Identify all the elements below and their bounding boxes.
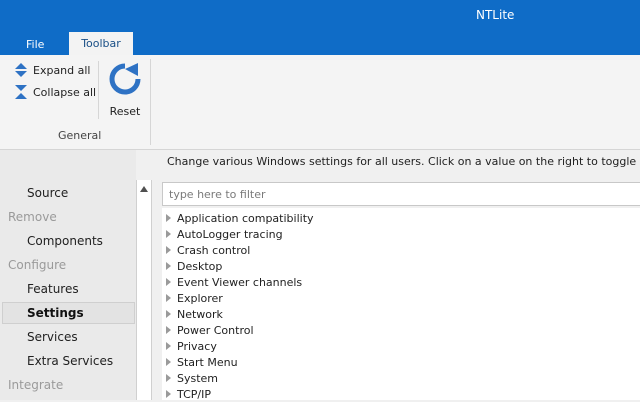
tree-item[interactable]: Network — [162, 306, 223, 322]
nav-settings[interactable]: Settings — [27, 306, 84, 320]
title-bar: NTLite File Toolbar — [0, 0, 640, 55]
menu-toolbar-tab[interactable]: Toolbar — [69, 32, 133, 55]
ribbon-group-label: General — [58, 129, 102, 142]
nav-heading-remove: Remove — [8, 210, 57, 224]
expand-all-icon — [14, 63, 28, 77]
tree-item[interactable]: Application compatibility — [162, 210, 314, 226]
collapse-all-icon — [14, 85, 28, 99]
ribbon-group-separator — [150, 59, 151, 145]
tree-item[interactable]: Privacy — [162, 338, 217, 354]
expander-icon[interactable] — [166, 246, 171, 254]
left-scrollbar[interactable] — [136, 180, 152, 400]
nav-components[interactable]: Components — [27, 234, 103, 248]
tree-item[interactable]: Event Viewer channels — [162, 274, 302, 290]
tree-item-label: Event Viewer channels — [177, 275, 303, 289]
tree-item-label: Start Menu — [177, 355, 238, 369]
tree-item[interactable]: Crash control — [162, 242, 250, 258]
tree-item-label: Explorer — [177, 291, 223, 305]
nav-source[interactable]: Source — [27, 186, 68, 200]
expander-icon[interactable] — [166, 342, 171, 350]
tree-item-label: System — [177, 371, 219, 385]
expander-icon[interactable] — [166, 390, 171, 398]
reset-label: Reset — [109, 105, 141, 118]
expander-icon[interactable] — [166, 374, 171, 382]
expand-all-label: Expand all — [33, 63, 91, 77]
tree-item[interactable]: Start Menu — [162, 354, 238, 370]
ribbon-separator — [98, 61, 99, 119]
nav-heading-integrate: Integrate — [8, 378, 64, 392]
nav-services[interactable]: Services — [27, 330, 78, 344]
collapse-all-label: Collapse all — [33, 85, 97, 99]
tree-item-label: Power Control — [177, 323, 254, 337]
tree-item[interactable]: Desktop — [162, 258, 222, 274]
tree-item[interactable]: System — [162, 370, 218, 386]
tree-item[interactable]: Power Control — [162, 322, 254, 338]
settings-tree: Application compatibility AutoLogger tra… — [162, 208, 640, 401]
tree-item-label: AutoLogger tracing — [177, 227, 283, 241]
expander-icon[interactable] — [166, 262, 171, 270]
collapse-all-button[interactable]: Collapse all — [14, 85, 96, 99]
tree-item-label: Application compatibility — [177, 211, 314, 225]
filter-input[interactable] — [163, 183, 640, 206]
tree-item-label: Crash control — [177, 243, 251, 257]
expander-icon[interactable] — [166, 230, 171, 238]
tree-item[interactable]: Explorer — [162, 290, 223, 306]
reset-button[interactable]: Reset — [106, 61, 144, 119]
tree-item-label: TCP/IP — [177, 387, 211, 401]
filter-box — [162, 182, 640, 206]
expander-icon[interactable] — [166, 278, 171, 286]
expander-icon[interactable] — [166, 294, 171, 302]
expander-icon[interactable] — [166, 214, 171, 222]
app-title: NTLite — [476, 8, 515, 22]
tree-item-label: Desktop — [177, 259, 223, 273]
menu-file[interactable]: File — [14, 34, 56, 55]
nav-features[interactable]: Features — [27, 282, 79, 296]
nav-extra-services[interactable]: Extra Services — [27, 354, 113, 368]
tree-item-label: Privacy — [177, 339, 217, 353]
scroll-up-icon[interactable] — [140, 186, 148, 192]
tree-item-label: Network — [177, 307, 223, 321]
expander-icon[interactable] — [166, 326, 171, 334]
expander-icon[interactable] — [166, 358, 171, 366]
refresh-icon — [109, 63, 141, 95]
expand-all-button[interactable]: Expand all — [14, 63, 91, 77]
ribbon: Expand all Collapse all Reset General — [0, 55, 640, 150]
info-text: Change various Windows settings for all … — [167, 155, 640, 168]
tree-item[interactable]: AutoLogger tracing — [162, 226, 283, 242]
expander-icon[interactable] — [166, 310, 171, 318]
nav-heading-configure: Configure — [8, 258, 67, 272]
